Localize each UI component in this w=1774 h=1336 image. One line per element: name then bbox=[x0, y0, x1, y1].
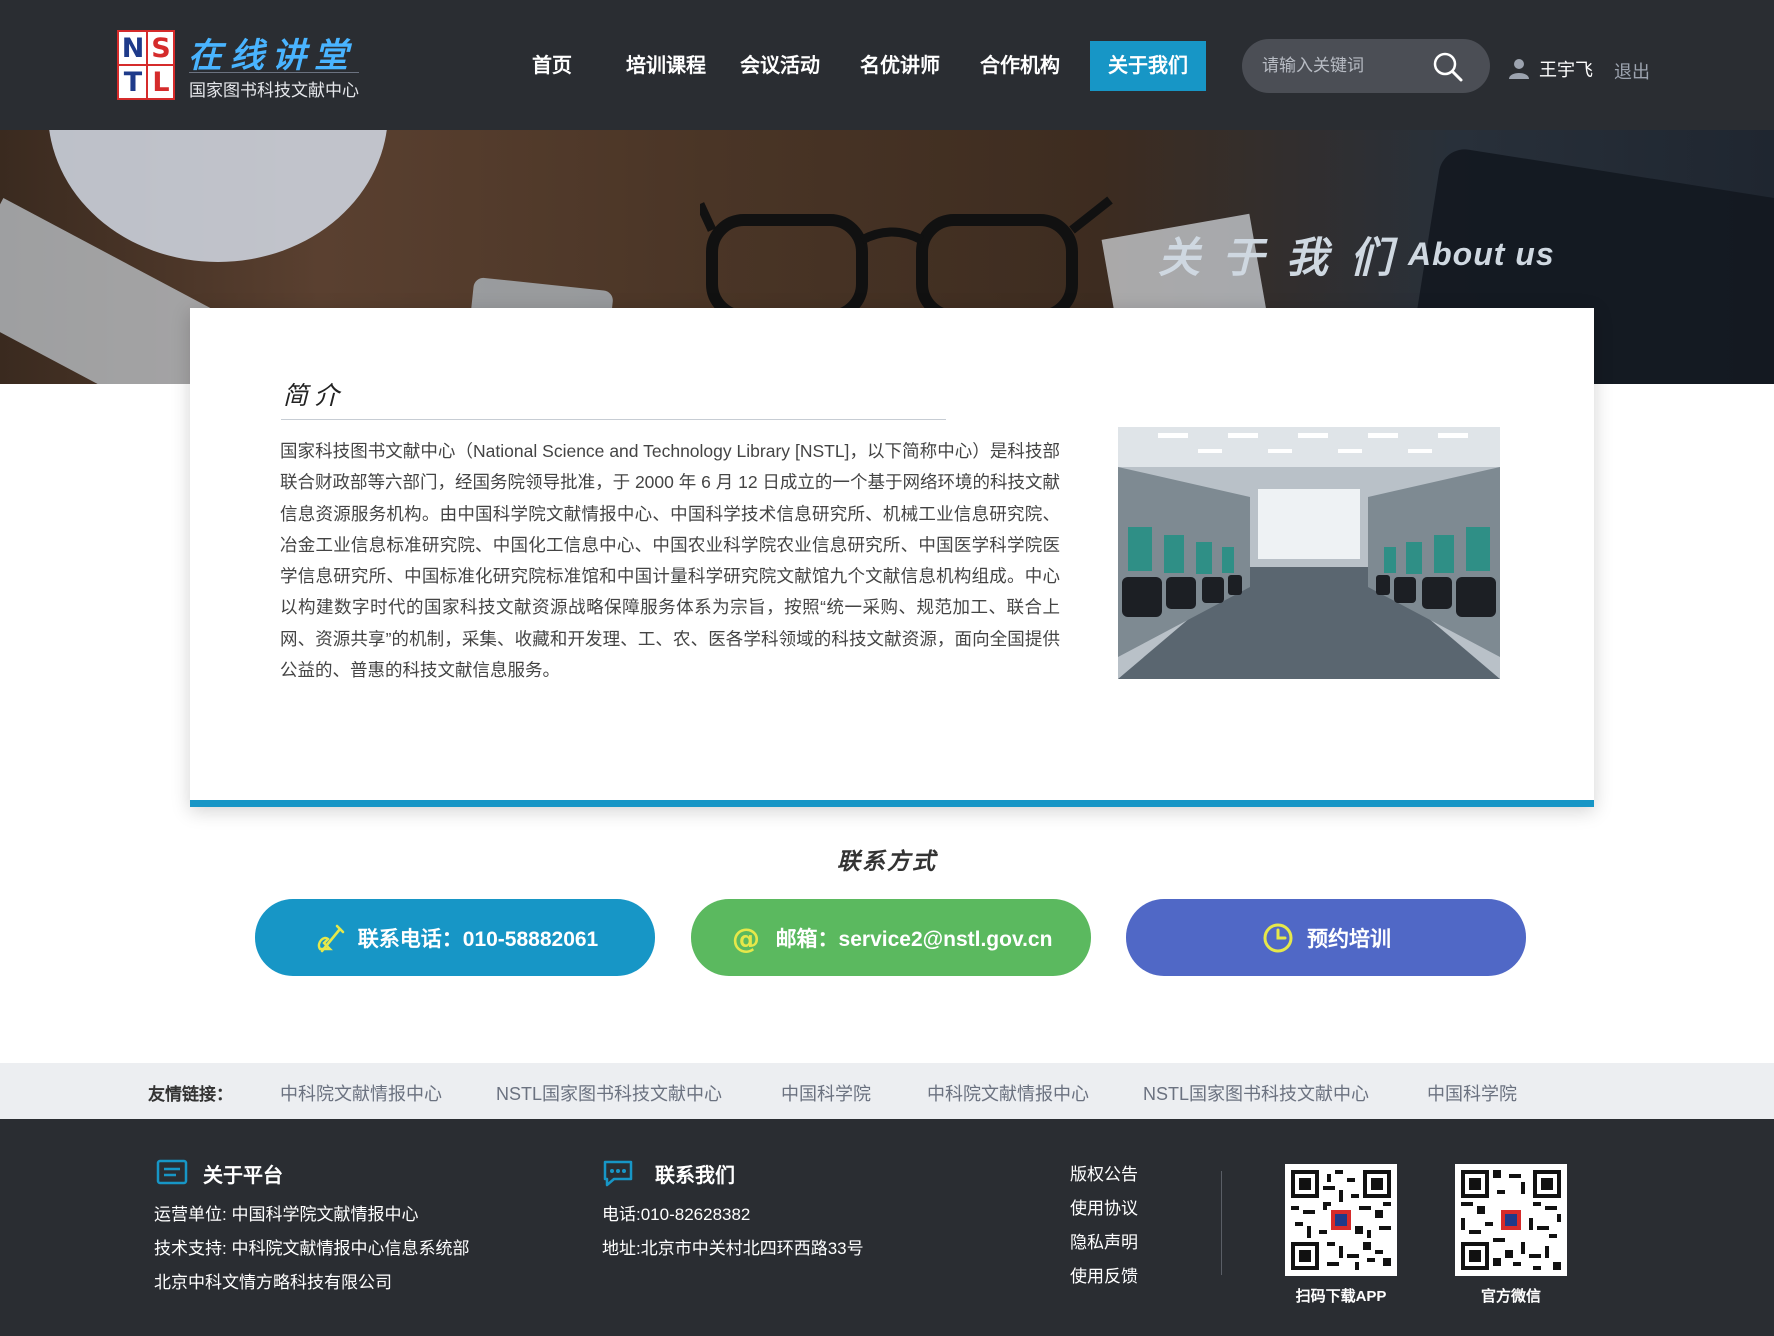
logo-letter: T bbox=[123, 67, 143, 98]
logo-letter: L bbox=[152, 67, 170, 98]
qr-caption-wechat: 官方微信 bbox=[1480, 1288, 1541, 1305]
intro-divider bbox=[281, 419, 946, 420]
friend-link[interactable]: 中国科学院 bbox=[781, 1080, 871, 1106]
banner-title: 关于我们 bbox=[1158, 234, 1415, 281]
office-photo-illustration bbox=[1118, 427, 1500, 679]
at-icon: @ bbox=[732, 922, 760, 955]
user-name[interactable]: 王宇飞 bbox=[1539, 56, 1593, 82]
footer-link-terms[interactable]: 使用协议 bbox=[1070, 1194, 1138, 1219]
footer-contact-line: 电话:010-82628382 bbox=[602, 1205, 751, 1224]
contact-email-button[interactable]: @ 邮箱：service2@nstl.gov.cn bbox=[691, 899, 1091, 976]
contact-email-label: 邮箱：service2@nstl.gov.cn bbox=[775, 927, 1053, 951]
qr-code-graphic bbox=[1291, 1170, 1391, 1270]
phone-icon bbox=[317, 924, 345, 952]
glasses-illustration bbox=[700, 196, 1113, 322]
footer: 关于平台 运营单位: 中国科学院文献情报中心 技术支持: 中科院文献情报中心信息… bbox=[0, 1119, 1774, 1336]
friend-link[interactable]: NSTL国家图书科技文献中心 bbox=[1143, 1080, 1369, 1106]
site-subtitle: 国家图书科技文献中心 bbox=[189, 81, 359, 100]
clock-icon bbox=[1263, 923, 1293, 952]
friend-links-label: 友情链接： bbox=[148, 1085, 233, 1104]
nstl-logo[interactable]: N S T L bbox=[117, 30, 175, 100]
search-icon[interactable] bbox=[1432, 51, 1464, 83]
nav-lecturers[interactable]: 名优讲师 bbox=[852, 41, 948, 91]
contact-title: 联系方式 bbox=[837, 848, 937, 874]
user-icon bbox=[1509, 59, 1529, 79]
svg-text:@: @ bbox=[732, 922, 760, 955]
footer-link-feedback[interactable]: 使用反馈 bbox=[1070, 1262, 1138, 1287]
nav-partners[interactable]: 合作机构 bbox=[972, 41, 1068, 91]
contact-phone-label: 联系电话：010-58882061 bbox=[357, 927, 599, 951]
booking-label: 预约培训 bbox=[1307, 927, 1391, 951]
search-box bbox=[1242, 39, 1490, 93]
chat-icon bbox=[603, 1160, 633, 1187]
brand-divider bbox=[189, 72, 359, 73]
logo-letter: S bbox=[151, 33, 171, 64]
friend-link[interactable]: 中国科学院 bbox=[1427, 1080, 1517, 1106]
logout-link[interactable]: 退出 bbox=[1614, 58, 1650, 84]
nav-home[interactable]: 首页 bbox=[520, 41, 584, 91]
banner-title-en: About us bbox=[1408, 236, 1555, 272]
logo-letter: N bbox=[121, 33, 145, 64]
nav-events[interactable]: 会议活动 bbox=[733, 41, 827, 91]
friend-link[interactable]: 中科院文献情报中心 bbox=[927, 1080, 1089, 1106]
friend-link[interactable]: 中科院文献情报中心 bbox=[280, 1080, 442, 1106]
message-icon bbox=[156, 1159, 188, 1185]
footer-contact-line: 地址:北京市中关村北四环西路33号 bbox=[602, 1239, 864, 1258]
site-title[interactable]: 在线讲堂 bbox=[188, 28, 356, 77]
header: N S T L 在线讲堂 国家图书科技文献中心 首页 培训课程 会议活动 名优讲… bbox=[0, 0, 1774, 130]
qr-code-wechat bbox=[1455, 1164, 1567, 1276]
intro-heading: 简介 bbox=[283, 382, 346, 410]
footer-contact-title: 联系我们 bbox=[655, 1165, 735, 1187]
footer-link-privacy[interactable]: 隐私声明 bbox=[1070, 1228, 1138, 1253]
friend-links-bar: 友情链接： 中科院文献情报中心 NSTL国家图书科技文献中心 中国科学院 中科院… bbox=[0, 1063, 1774, 1119]
footer-about-line: 北京中科文情方略科技有限公司 bbox=[154, 1273, 392, 1292]
office-photo bbox=[1118, 427, 1500, 679]
footer-about-line: 技术支持: 中科院文献情报中心信息系统部 bbox=[154, 1239, 470, 1258]
search-input[interactable] bbox=[1262, 39, 1432, 93]
footer-divider bbox=[1221, 1171, 1222, 1275]
footer-about-line: 运营单位: 中国科学院文献情报中心 bbox=[154, 1205, 419, 1224]
qr-code-graphic bbox=[1461, 1170, 1561, 1270]
contact-phone-button[interactable]: 联系电话：010-58882061 bbox=[255, 899, 655, 976]
qr-code-app bbox=[1285, 1164, 1397, 1276]
nav-courses[interactable]: 培训课程 bbox=[616, 41, 716, 91]
booking-button[interactable]: 预约培训 bbox=[1126, 899, 1526, 976]
intro-card: 简介 国家科技图书文献中心（National Science and Techn… bbox=[190, 308, 1594, 807]
banner-decor bbox=[48, 130, 388, 262]
qr-caption-app: 扫码下载APP bbox=[1295, 1288, 1387, 1305]
footer-link-copyright[interactable]: 版权公告 bbox=[1070, 1160, 1138, 1185]
friend-link[interactable]: NSTL国家图书科技文献中心 bbox=[496, 1080, 722, 1106]
intro-text: 国家科技图书文献中心（National Science and Technolo… bbox=[280, 441, 1060, 681]
nav-about-us[interactable]: 关于我们 bbox=[1090, 41, 1206, 91]
footer-about-title: 关于平台 bbox=[203, 1165, 283, 1187]
